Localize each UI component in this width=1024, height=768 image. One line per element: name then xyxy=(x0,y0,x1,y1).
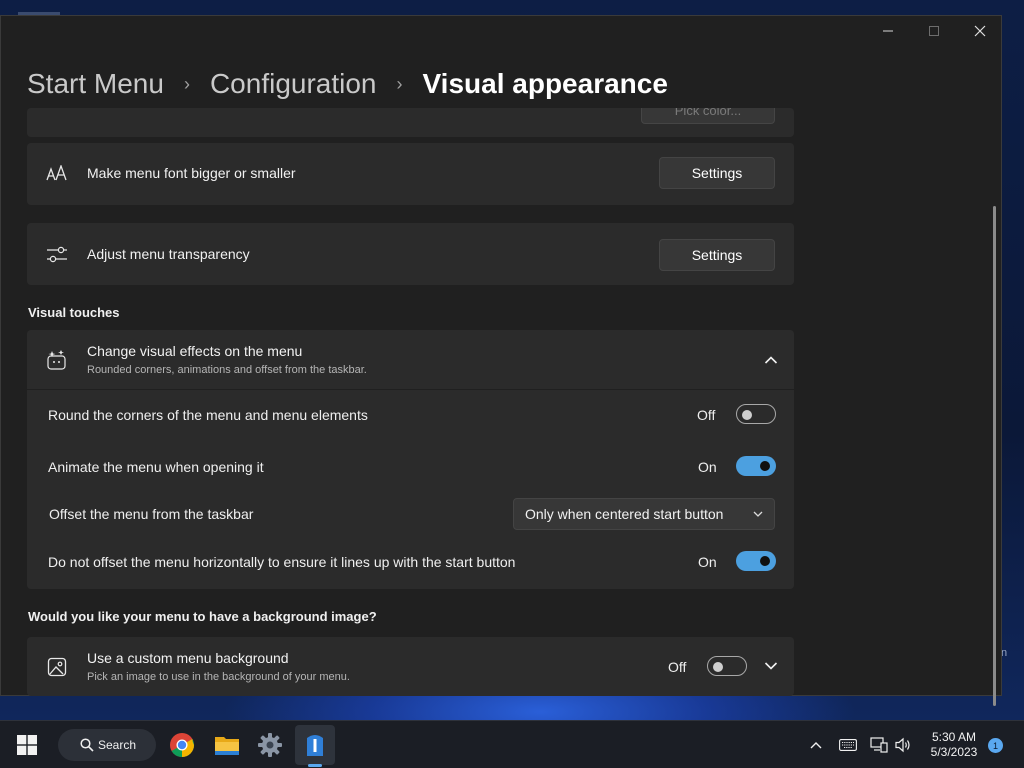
vertical-scrollbar[interactable] xyxy=(993,206,996,706)
transparency-settings-button[interactable]: Settings xyxy=(659,239,775,271)
minimize-icon xyxy=(883,30,893,32)
chevron-down-icon[interactable] xyxy=(761,656,781,676)
visual-effects-options: Round the corners of the menu and menu e… xyxy=(27,390,794,589)
visual-effects-expander[interactable]: Change visual effects on the menu Rounde… xyxy=(27,330,794,389)
taskbar: Search 5:30 AM 5/3/2023 1 xyxy=(0,720,1024,768)
sliders-icon xyxy=(45,243,69,267)
breadcrumb-start-menu[interactable]: Start Menu xyxy=(27,68,164,100)
custom-background-card[interactable]: Use a custom menu background Pick an ima… xyxy=(27,637,794,696)
settings-gear-icon[interactable] xyxy=(254,729,286,761)
custom-background-title: Use a custom menu background xyxy=(87,650,289,666)
transparency-title: Adjust menu transparency xyxy=(87,246,250,262)
transparency-card: Adjust menu transparency Settings xyxy=(27,223,794,285)
visual-effects-icon xyxy=(45,348,69,372)
windows-start-icon[interactable] xyxy=(11,729,43,761)
toggle-knob xyxy=(760,461,770,471)
visual-effects-title: Change visual effects on the menu xyxy=(87,343,303,359)
start-menu-app-icon[interactable] xyxy=(295,725,335,765)
visual-effects-subtitle: Rounded corners, animations and offset f… xyxy=(87,364,367,376)
page-title: Visual appearance xyxy=(422,68,668,99)
minimize-button[interactable] xyxy=(865,16,911,46)
active-app-indicator xyxy=(308,764,322,767)
animate-toggle[interactable] xyxy=(736,456,776,476)
chevron-up-icon[interactable] xyxy=(761,350,781,370)
font-size-card: Make menu font bigger or smaller Setting… xyxy=(27,143,794,205)
clock-time: 5:30 AM xyxy=(931,730,977,744)
file-explorer-icon[interactable] xyxy=(211,729,243,761)
visual-touches-header: Visual touches xyxy=(28,305,120,320)
chevron-up-icon[interactable] xyxy=(806,735,826,755)
font-size-settings-button[interactable]: Settings xyxy=(659,157,775,189)
image-icon xyxy=(45,655,69,679)
custom-background-toggle[interactable] xyxy=(707,656,747,676)
chevron-down-icon xyxy=(753,511,763,517)
maximize-icon xyxy=(929,26,939,36)
custom-background-subtitle: Pick an image to use in the background o… xyxy=(87,671,350,683)
breadcrumb: Start Menu › Configuration › Visual appe… xyxy=(27,66,668,102)
breadcrumb-separator: › xyxy=(183,73,190,94)
round-corners-state: Off xyxy=(697,407,716,423)
close-icon xyxy=(974,25,986,37)
keyboard-icon[interactable] xyxy=(838,735,858,755)
offset-dropdown[interactable]: Only when centered start button xyxy=(513,498,775,530)
offset-label: Offset the menu from the taskbar xyxy=(49,506,254,522)
font-size-title: Make menu font bigger or smaller xyxy=(87,165,296,181)
round-corners-label: Round the corners of the menu and menu e… xyxy=(48,407,368,423)
volume-icon[interactable] xyxy=(893,735,913,755)
animate-label: Animate the menu when opening it xyxy=(48,459,264,475)
taskbar-search[interactable]: Search xyxy=(58,729,156,761)
maximize-button[interactable] xyxy=(911,16,957,46)
search-label: Search xyxy=(98,738,137,752)
accent-color-card: Pick color... xyxy=(27,108,794,137)
font-size-icon xyxy=(45,162,69,186)
breadcrumb-separator: › xyxy=(396,73,403,94)
animate-state: On xyxy=(698,459,717,475)
settings-window: Start Menu › Configuration › Visual appe… xyxy=(0,15,1003,706)
clock-date: 5/3/2023 xyxy=(930,745,978,759)
no-horizontal-offset-state: On xyxy=(698,554,717,570)
offset-selected-value: Only when centered start button xyxy=(525,506,724,522)
taskbar-clock[interactable]: 5:30 AM 5/3/2023 xyxy=(924,730,984,760)
no-horizontal-offset-toggle[interactable] xyxy=(736,551,776,571)
custom-background-state: Off xyxy=(668,659,687,675)
pick-color-button[interactable]: Pick color... xyxy=(641,108,775,124)
search-icon xyxy=(80,738,94,752)
network-icon[interactable] xyxy=(869,735,889,755)
background-image-header: Would you like your menu to have a backg… xyxy=(28,609,377,624)
close-button[interactable] xyxy=(957,16,1003,46)
chrome-icon[interactable] xyxy=(166,729,198,761)
round-corners-toggle[interactable] xyxy=(736,404,776,424)
toggle-knob xyxy=(742,410,752,420)
toggle-knob xyxy=(760,556,770,566)
settings-content: Pick color... Make menu font bigger or s… xyxy=(1,108,1001,696)
no-horizontal-offset-label: Do not offset the menu horizontally to e… xyxy=(48,554,516,570)
breadcrumb-configuration[interactable]: Configuration xyxy=(210,68,377,100)
toggle-knob xyxy=(713,662,723,672)
notification-badge[interactable]: 1 xyxy=(988,738,1003,753)
